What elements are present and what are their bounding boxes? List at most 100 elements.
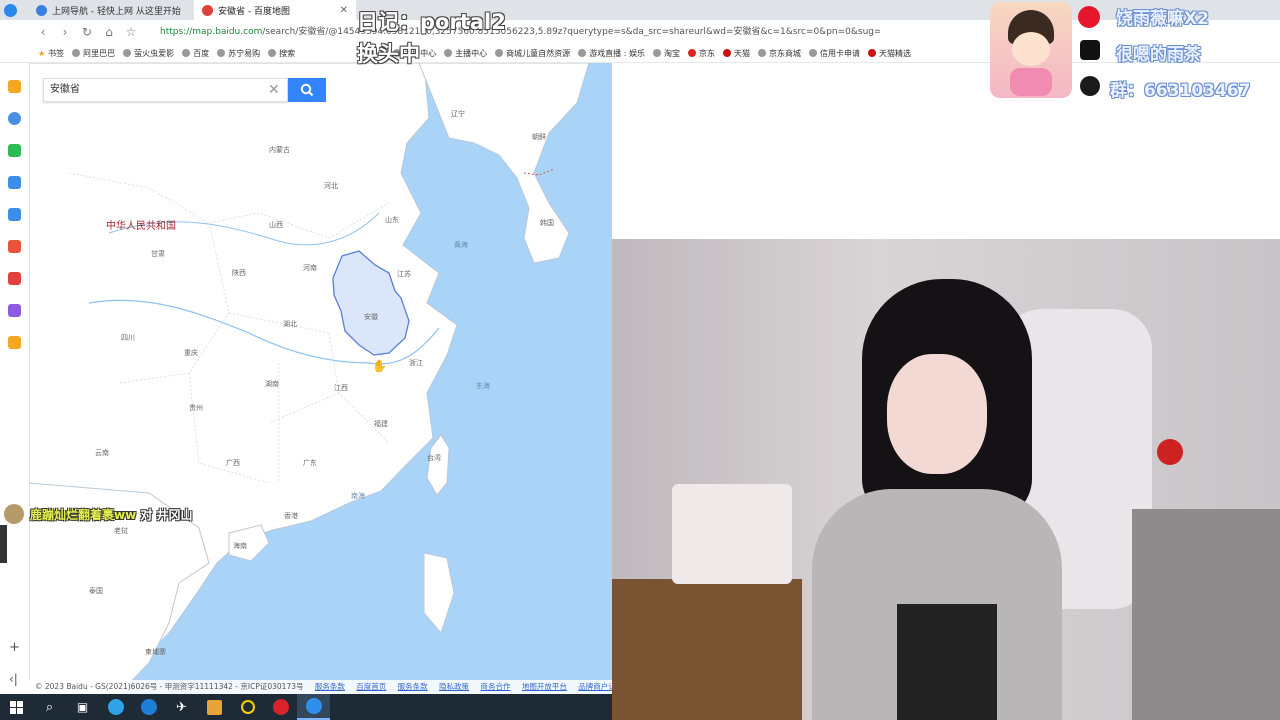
netease-music-icon	[272, 699, 289, 715]
bookmark-star-icon[interactable]: ☆	[120, 25, 142, 39]
clear-search-icon[interactable]: ✕	[268, 82, 280, 98]
start-button[interactable]	[0, 694, 33, 720]
bookmark-item[interactable]: 苏宁易购	[217, 48, 260, 59]
philippines-landmass	[423, 552, 455, 635]
globe-icon	[36, 4, 47, 16]
anime-avatar	[990, 2, 1072, 98]
game-icon[interactable]	[8, 208, 21, 221]
history-icon[interactable]	[8, 112, 21, 125]
jd-icon	[687, 49, 696, 57]
bookmark-item[interactable]: 京东	[687, 48, 715, 59]
favorites-icon[interactable]	[8, 80, 21, 93]
bookmark-item[interactable]: 搜索	[268, 48, 295, 59]
reload-icon[interactable]: ↻	[76, 25, 98, 39]
collapse-sidebar-icon[interactable]: ‹|	[9, 672, 18, 686]
search-icon: ⌕	[45, 699, 54, 715]
tab-baidu-map[interactable]: 安徽省 - 百度地图 ✕	[194, 0, 356, 20]
label-jiangxi: 江西	[334, 384, 348, 392]
bookmark-item[interactable]: ★ 书签	[38, 48, 64, 59]
add-icon[interactable]: +	[9, 640, 20, 655]
label-sichuan: 四川	[121, 334, 135, 342]
search-tool-icon[interactable]	[8, 336, 21, 349]
globe-icon	[182, 49, 191, 57]
label-shanxi: 山西	[269, 221, 283, 229]
webcam-cabinet	[672, 484, 792, 584]
tmall-icon	[722, 49, 731, 57]
footer-link[interactable]: 地图开放平台	[522, 682, 567, 691]
search-button[interactable]: ⌕	[33, 694, 66, 720]
bookmark-item[interactable]: 天猫精选	[867, 48, 911, 59]
bookmark-item[interactable]: 阿里巴巴	[72, 48, 115, 59]
file-icon	[207, 699, 222, 715]
home-icon[interactable]: ⌂	[98, 25, 120, 39]
footer-link[interactable]: 服务条款	[398, 682, 428, 691]
bookmark-item[interactable]: 商城儿童自然资源	[495, 48, 570, 59]
globe-icon	[123, 49, 132, 57]
label-laos: 老挝	[114, 527, 128, 535]
label-gansu: 甘肃	[151, 250, 165, 258]
taskbar-file[interactable]	[198, 694, 231, 720]
bookmark-item[interactable]: 游戏直播 : 娱乐	[578, 48, 645, 59]
avatar-face	[1012, 32, 1050, 66]
webcam-bed	[1132, 509, 1280, 720]
footer-link[interactable]: 品牌商户认证	[578, 682, 612, 691]
label-chongqing: 重庆	[184, 349, 198, 357]
map-search-input[interactable]: 安徽省	[43, 78, 288, 102]
taskbar-baidu-map[interactable]	[297, 694, 330, 720]
label-taiwan: 台湾	[427, 454, 441, 462]
globe-icon	[652, 49, 661, 57]
bookmark-item[interactable]: 主播中心	[444, 48, 487, 59]
pdf-icon[interactable]	[8, 272, 21, 285]
map-graphic	[29, 63, 590, 694]
label-shaanxi: 陕西	[232, 269, 246, 277]
label-anhui: 安徽	[364, 313, 378, 321]
forward-icon[interactable]: ›	[54, 25, 76, 39]
label-china: 中华人民共和国	[106, 221, 176, 232]
globe-icon	[495, 49, 504, 57]
task-view-button[interactable]: ▣	[66, 694, 99, 720]
group-number: 群：663103467	[1110, 81, 1251, 101]
baidu-map-icon	[305, 698, 322, 714]
globe-icon	[578, 49, 587, 57]
footer-link[interactable]: 百度首页	[356, 682, 386, 691]
label-fujian: 福建	[374, 420, 388, 428]
wechat-icon[interactable]	[8, 144, 21, 157]
label-guangxi: 广西	[226, 459, 240, 467]
bookmark-item[interactable]: 淘宝	[652, 48, 680, 59]
footer-link[interactable]: 服务条款	[315, 682, 345, 691]
map-search-button[interactable]	[288, 78, 326, 102]
translate-icon[interactable]	[8, 176, 21, 189]
taskbar-browser[interactable]	[132, 694, 165, 720]
app-icon: ✈	[176, 699, 187, 715]
taskbar-music[interactable]	[264, 694, 297, 720]
taskbar-edge[interactable]	[99, 694, 132, 720]
label-hongkong: 香港	[284, 512, 298, 520]
label-hainan: 海南	[233, 542, 247, 550]
taskbar-360[interactable]	[231, 694, 264, 720]
side-handle[interactable]	[0, 525, 7, 563]
tab-home[interactable]: 上网导航 - 轻快上网 从这里开始	[28, 0, 194, 20]
windows-icon	[10, 700, 23, 714]
map-footer: © 2023 Baidu - GS(2021)6026号 - 甲测资字11111…	[29, 680, 612, 694]
hand-cursor-icon: ✋	[372, 359, 387, 373]
map-canvas[interactable]: 中华人民共和国 朝鲜 韩国 日本 黄海 东海 台湾 老挝 泰国 柬埔寨 安徽 江…	[29, 63, 612, 694]
brand-line-2: 很嗯的雨茶	[1116, 45, 1201, 65]
footer-link[interactable]: 隐私政策	[439, 682, 469, 691]
bookmark-item[interactable]: 天猫	[722, 48, 750, 59]
diary-overlay-text: 日记：portal2	[357, 10, 506, 34]
edge-icon	[107, 699, 124, 715]
bookmark-item[interactable]: 萤火虫爱影	[123, 48, 174, 59]
taskbar-app[interactable]: ✈	[165, 694, 198, 720]
globe-icon	[757, 49, 766, 57]
note-icon[interactable]	[8, 304, 21, 317]
bookmark-item[interactable]: 百度	[182, 48, 209, 59]
close-tab-icon[interactable]: ✕	[340, 5, 348, 16]
mail-icon[interactable]	[8, 240, 21, 253]
url-field[interactable]: https://map.baidu.com/search/安徽省/@145493…	[160, 24, 880, 41]
bookmark-item[interactable]: 信用卡申请	[808, 48, 860, 59]
label-north-korea: 朝鲜	[532, 133, 546, 141]
bookmark-item[interactable]: 京东商城	[757, 48, 801, 59]
tmall-icon	[867, 49, 876, 57]
footer-link[interactable]: 商务合作	[480, 682, 510, 691]
back-icon[interactable]: ‹	[32, 25, 54, 39]
